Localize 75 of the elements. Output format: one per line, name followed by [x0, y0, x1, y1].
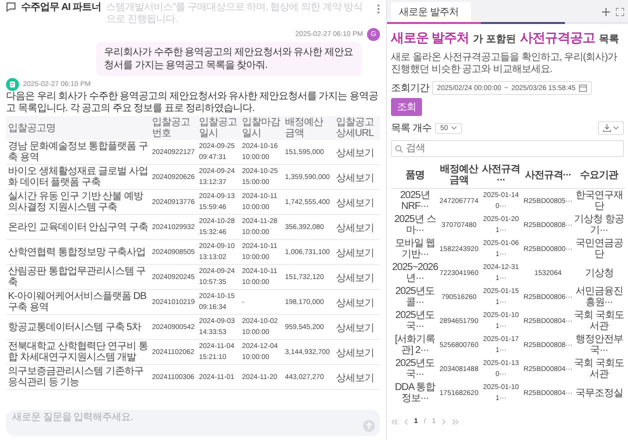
detail-link[interactable]: 상세보기: [336, 222, 374, 234]
table-cell: 의구보증금관리시스템 기존하구 응식관리 등 기능: [6, 364, 150, 390]
search-field[interactable]: 검색: [391, 140, 624, 157]
plus-icon: [602, 8, 610, 16]
column-header: 배정예산금액: [283, 116, 334, 140]
table-cell: 온라인 교육데이터 안심구역 구축: [6, 214, 150, 240]
caret-icon: [613, 126, 619, 130]
table-cell: 국회 국회도서관: [573, 309, 625, 333]
table-cell: 실시간 유동 인구 기반 산불 예방 의사결정 지원시스템 구축: [6, 190, 150, 214]
table-cell-text: 2025년도 국···: [394, 357, 436, 381]
detail-link[interactable]: 상세보기: [336, 272, 374, 284]
table-cell-text: 2025년 스마···: [393, 213, 437, 237]
detail-link[interactable]: 상세보기: [336, 172, 374, 184]
table-cell-text: 기상청: [584, 266, 614, 280]
column-header: 입찰공고일시: [197, 116, 240, 140]
table-cell: 2025~2026년···: [391, 261, 439, 285]
table-cell: 항공교통데이터시스템 구축 5차: [6, 314, 150, 340]
column-header: 배정예산금액: [439, 162, 479, 188]
table-cell: 경남 문화예술정보 통합플랫폼 구축 용역: [6, 140, 150, 164]
column-header: 입찰공고상세URL: [334, 116, 380, 140]
table-cell: 전북대학교 산학협력단 연구비 통합 차세대연구지원시스템 개발: [6, 340, 150, 364]
table-cell: 바이오 생체활성재료 글로벌 사업화 데이터 플랫폼 구축: [6, 164, 150, 190]
table-cell: K-아이웨어케어서비스플랫폼 DB 구축 용역: [6, 290, 150, 314]
user-message: 우리회사가 수주한 용역공고의 제안요청서와 유사한 제안요청서를 가지는 용역공고 목록을 찾아줘.: [96, 42, 362, 76]
caret-icon: [451, 126, 458, 130]
detail-link[interactable]: 상세보기: [336, 348, 374, 358]
table-cell: 국회 국회도서관: [573, 357, 625, 381]
table-cell: 산학연협력 통합정보망 구축사업: [6, 240, 150, 264]
count-label: 목록 개수: [391, 122, 432, 135]
table-cell: 기상청 항공기···: [573, 213, 625, 237]
table-cell-text: 국민연금공단: [574, 237, 624, 261]
panel-tab[interactable]: 새로운 발주처: [391, 2, 471, 22]
detail-link[interactable]: 상세보기: [336, 372, 374, 384]
detail-link[interactable]: 상세보기: [336, 322, 374, 334]
panel-description: 새로 올라온 사전규격공고들을 확인하고, 우리(회사)가 진행했던 비슷한 공고와 비교해보세요.: [391, 52, 618, 76]
table-cell: 한국연구재단: [573, 188, 625, 213]
column-header: 사전규격···: [479, 162, 523, 188]
assistant-message: 다음은 우리 회사가 수주한 용역공고의 제안요청서와 유사한 제안요청서를 가지는 용역공고 목록입니다. 각 공고의 주요 정보를 표로 정리하였습니다.: [6, 91, 380, 115]
title-highlight: 사전규격공고: [520, 29, 595, 47]
table-cell-text: [서화기록관] 2···: [394, 333, 436, 357]
table-cell-text: 행정안전부 국···: [574, 333, 624, 357]
table-cell-text: DDA 통합정보···: [394, 381, 436, 405]
detail-link[interactable]: 상세보기: [336, 298, 374, 308]
detail-link[interactable]: 상세보기: [336, 198, 374, 208]
bot-avatar-icon: [6, 78, 19, 91]
next-page-icon: [442, 418, 446, 424]
expand-icon: [616, 8, 624, 16]
detail-link[interactable]: 상세보기: [336, 248, 374, 258]
title-text: 목록: [598, 33, 619, 46]
column-header: 입찰마감일시: [240, 116, 283, 140]
search-icon: [395, 145, 403, 153]
chat-icon: [6, 2, 16, 12]
download-icon: [603, 124, 611, 132]
column-header: 입찰공고번호: [150, 116, 197, 140]
app-title: 수주업무 AI 파트너: [21, 2, 102, 14]
title-text: 가 포함된: [473, 33, 516, 46]
last-page-icon: [452, 418, 459, 424]
detail-link[interactable]: 상세보기: [336, 148, 374, 158]
question-field[interactable]: 새로운 질문을 입력해주세요.: [6, 410, 380, 436]
table-cell-text: 2025년도 콜···: [394, 285, 436, 309]
table-cell-text: 서민금융진흥원···: [574, 285, 624, 309]
first-page-icon: [391, 418, 398, 424]
column-header: 입찰공고명: [6, 116, 150, 140]
table-cell-text: 모바일 웹 기반···: [394, 237, 436, 261]
title-highlight: 새로운 발주처: [391, 29, 470, 47]
table-cell-text: 2025년도 국···: [394, 309, 436, 333]
more-icon: [377, 4, 380, 14]
table-cell-text: 국무조정실: [574, 386, 624, 400]
table-cell: 2025년 NRF···: [391, 188, 439, 213]
period-label: 조회기간: [391, 82, 429, 95]
table-cell: 산림공판 통합업무관리시스템 구축: [6, 264, 150, 290]
download-button[interactable]: [598, 121, 624, 135]
search-button[interactable]: 조회: [391, 98, 422, 116]
calendar-icon: [578, 84, 587, 92]
previous-page-icon: [404, 418, 408, 424]
